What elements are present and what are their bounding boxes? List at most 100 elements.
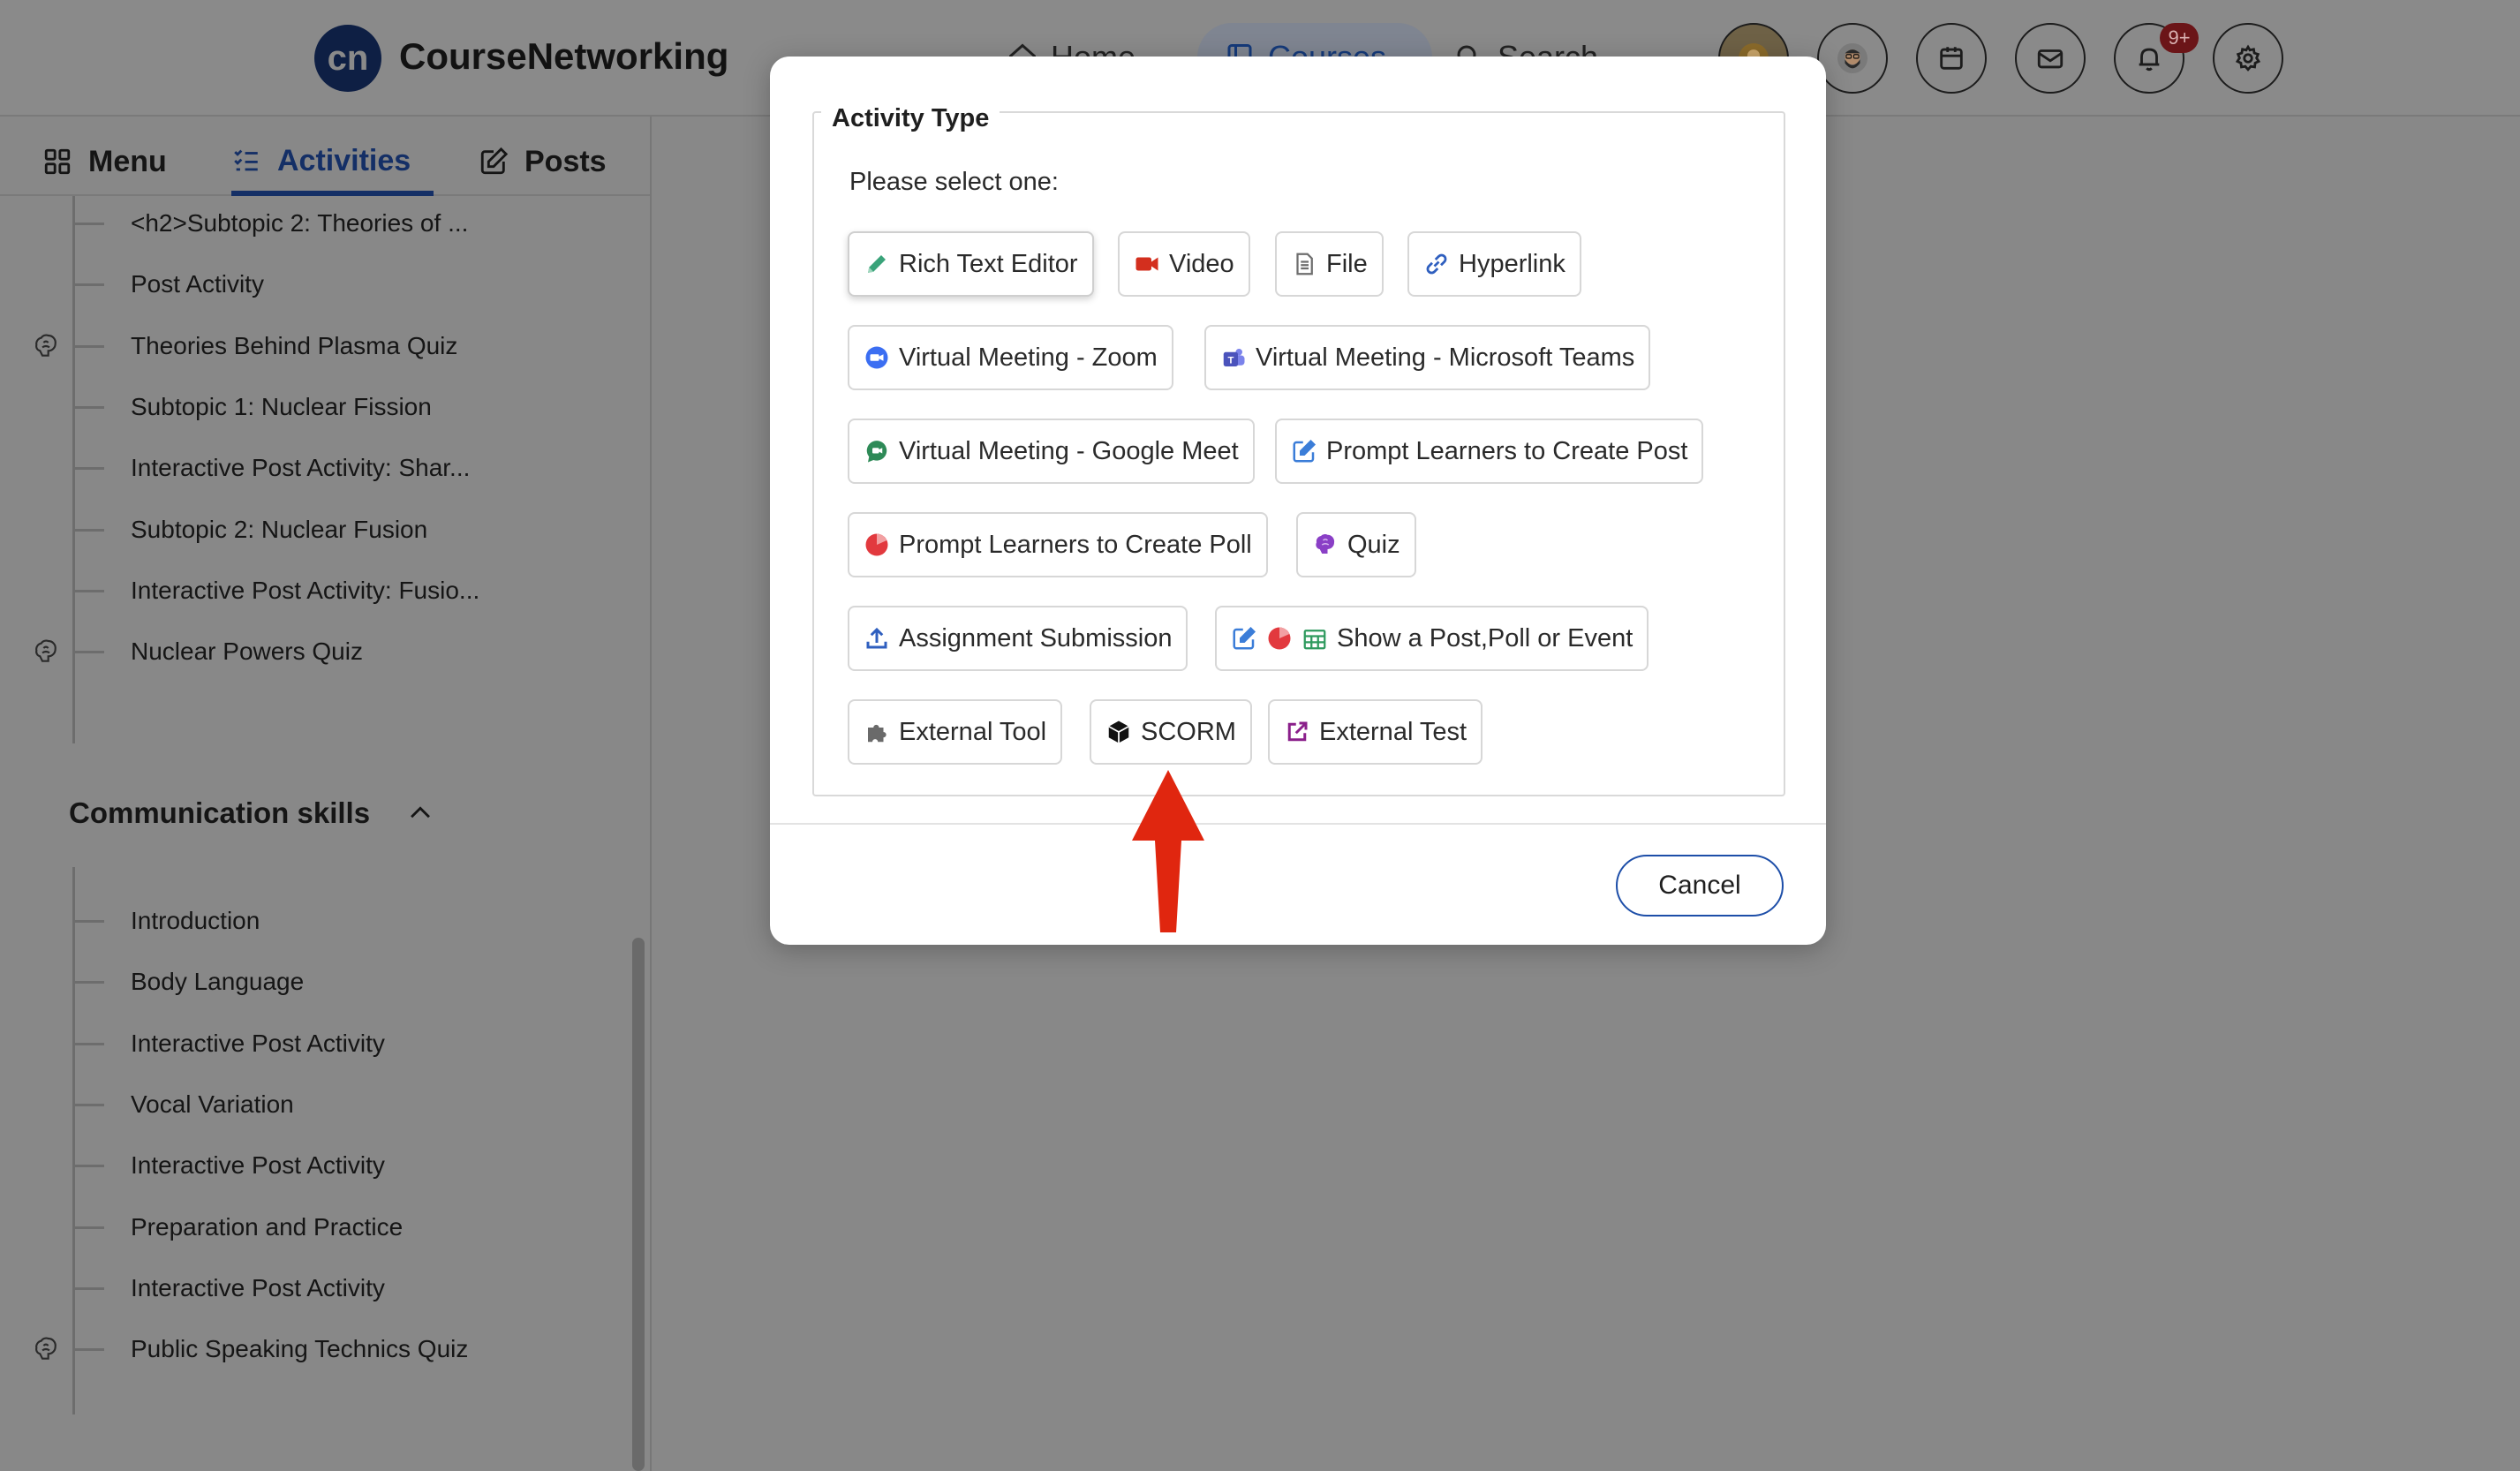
sidebar-activity-item[interactable]: Public Speaking Technics Quiz bbox=[72, 1318, 620, 1380]
sidebar-activity-item[interactable]: Post Activity bbox=[72, 253, 620, 315]
brain-outline-icon bbox=[35, 639, 57, 662]
sidebar-tabs: Menu Activities Posts bbox=[0, 117, 650, 196]
brain-outline-icon bbox=[35, 1337, 57, 1360]
teams-meeting-button[interactable]: T Virtual Meeting - Microsoft Teams bbox=[1204, 325, 1651, 390]
zoom-meeting-button[interactable]: Virtual Meeting - Zoom bbox=[848, 325, 1173, 390]
brain-icon bbox=[1316, 534, 1335, 554]
activity-item-label: Preparation and Practice bbox=[131, 1212, 404, 1241]
pie-chart-icon bbox=[1268, 627, 1291, 650]
quiz-button[interactable]: Quiz bbox=[1296, 512, 1416, 577]
select-prompt: Please select one: bbox=[849, 168, 1059, 196]
activity-item-label: Interactive Post Activity bbox=[131, 1273, 385, 1301]
activity-type-dialog: Activity Type Please select one: Rich Te… bbox=[770, 57, 1826, 945]
sidebar-activity-item[interactable]: Interactive Post Activity: Shar... bbox=[72, 437, 620, 499]
create-poll-button[interactable]: Prompt Learners to Create Poll bbox=[848, 512, 1268, 577]
teams-meeting-label: Virtual Meeting - Microsoft Teams bbox=[1256, 343, 1635, 372]
activity-item-label: Interactive Post Activity: Fusio... bbox=[131, 576, 480, 604]
gear-icon bbox=[2235, 44, 2261, 72]
post-edit-icon bbox=[1233, 626, 1256, 650]
activity-item-label: Interactive Post Activity bbox=[131, 1151, 385, 1180]
tab-menu-label: Menu bbox=[88, 144, 167, 178]
dialog-footer-divider bbox=[770, 823, 1826, 825]
hyperlink-button[interactable]: Hyperlink bbox=[1407, 231, 1581, 297]
create-poll-label: Prompt Learners to Create Poll bbox=[899, 530, 1252, 559]
sidebar-activity-item[interactable]: Vocal Variation bbox=[72, 1074, 620, 1135]
sidebar-activity-item[interactable]: Interactive Post Activity: Fusio... bbox=[72, 560, 620, 622]
activity-item-label: Interactive Post Activity bbox=[131, 1029, 385, 1057]
create-post-label: Prompt Learners to Create Post bbox=[1326, 436, 1688, 465]
tab-menu[interactable]: Menu bbox=[42, 131, 167, 192]
notification-count-badge: 9+ bbox=[2160, 23, 2199, 53]
calendar-button[interactable] bbox=[1916, 23, 1987, 94]
microsoft-teams-icon: T bbox=[1223, 349, 1245, 366]
brand-name[interactable]: CourseNetworking bbox=[399, 35, 728, 78]
activity-item-label: Post Activity bbox=[131, 270, 264, 298]
external-test-button[interactable]: External Test bbox=[1268, 699, 1483, 765]
sidebar-activity-item[interactable]: Interactive Post Activity bbox=[72, 1135, 620, 1196]
post-edit-icon bbox=[1293, 439, 1317, 463]
quiz-label: Quiz bbox=[1347, 530, 1400, 559]
assignment-submission-label: Assignment Submission bbox=[899, 623, 1173, 653]
rich-text-editor-button[interactable]: Rich Text Editor bbox=[848, 231, 1094, 297]
activity-type-legend: Activity Type bbox=[821, 104, 1000, 133]
sidebar-activity-item[interactable]: Preparation and Practice bbox=[72, 1196, 620, 1258]
hyperlink-label: Hyperlink bbox=[1459, 249, 1566, 278]
show-post-poll-event-label: Show a Post,Poll or Event bbox=[1337, 623, 1633, 653]
svg-text:T: T bbox=[1227, 355, 1234, 366]
section-title-label: Communication skills bbox=[69, 796, 371, 829]
section-communication-skills[interactable]: Communication skills bbox=[69, 796, 435, 830]
activity-item-label: Introduction bbox=[131, 907, 260, 934]
show-post-poll-event-button[interactable]: Show a Post,Poll or Event bbox=[1215, 606, 1649, 671]
sidebar-activity-item[interactable]: Nuclear Powers Quiz bbox=[72, 621, 620, 683]
settings-button[interactable] bbox=[2213, 23, 2283, 94]
activity-item-label: Subtopic 1: Nuclear Fission bbox=[131, 392, 432, 420]
file-label: File bbox=[1326, 249, 1368, 278]
grid-icon bbox=[44, 148, 71, 175]
sidebar-activity-item[interactable]: Subtopic 2: Nuclear Fusion bbox=[72, 499, 620, 561]
scorm-button[interactable]: SCORM bbox=[1090, 699, 1252, 765]
brain-outline-icon bbox=[35, 334, 57, 357]
link-icon bbox=[1426, 253, 1447, 275]
messages-button[interactable] bbox=[2015, 23, 2086, 94]
activity-item-label: Theories Behind Plasma Quiz bbox=[131, 331, 458, 359]
google-meet-icon bbox=[866, 441, 887, 463]
video-label: Video bbox=[1169, 249, 1234, 278]
profile-avatar[interactable] bbox=[1817, 23, 1888, 94]
assignment-submission-button[interactable]: Assignment Submission bbox=[848, 606, 1188, 671]
chevron-up-icon[interactable] bbox=[405, 798, 435, 828]
google-meet-button[interactable]: Virtual Meeting - Google Meet bbox=[848, 419, 1255, 484]
activity-item-label: Vocal Variation bbox=[131, 1090, 294, 1118]
mail-icon bbox=[2037, 49, 2064, 69]
tab-activities-label: Activities bbox=[277, 143, 411, 177]
sidebar-activity-item[interactable]: Theories Behind Plasma Quiz bbox=[72, 315, 620, 377]
sidebar-activity-item[interactable]: Interactive Post Activity bbox=[72, 1257, 620, 1319]
external-test-label: External Test bbox=[1319, 717, 1467, 746]
sidebar-activity-item[interactable]: Interactive Post Activity bbox=[72, 1013, 620, 1075]
edit-icon bbox=[480, 147, 509, 175]
sidebar-activity-item[interactable]: Subtopic 1: Nuclear Fission bbox=[72, 376, 620, 438]
video-button[interactable]: Video bbox=[1118, 231, 1250, 297]
sidebar-activity-item[interactable]: <h2>Subtopic 2: Theories of ... bbox=[72, 196, 620, 254]
external-tool-button[interactable]: External Tool bbox=[848, 699, 1063, 765]
video-camera-icon bbox=[1136, 257, 1158, 271]
activity-item-label: Subtopic 2: Nuclear Fusion bbox=[131, 515, 428, 543]
activity-item-label: <h2>Subtopic 2: Theories of ... bbox=[131, 209, 469, 237]
pie-chart-icon bbox=[865, 533, 888, 556]
calendar-icon bbox=[1940, 47, 1963, 70]
course-networking-logo[interactable]: cn bbox=[314, 25, 381, 92]
tab-activities[interactable]: Activities bbox=[231, 131, 434, 196]
calendar-icon bbox=[1303, 630, 1326, 650]
bearded-avatar-icon bbox=[1837, 43, 1867, 73]
file-button[interactable]: File bbox=[1275, 231, 1384, 297]
sidebar-activity-item[interactable]: Body Language bbox=[72, 951, 620, 1013]
pencil-icon bbox=[868, 255, 886, 273]
zoom-meeting-label: Virtual Meeting - Zoom bbox=[899, 343, 1158, 372]
create-post-button[interactable]: Prompt Learners to Create Post bbox=[1275, 419, 1704, 484]
tab-posts[interactable]: Posts bbox=[479, 131, 607, 192]
cancel-button[interactable]: Cancel bbox=[1616, 855, 1784, 917]
activity-item-label: Interactive Post Activity: Shar... bbox=[131, 454, 471, 482]
sidebar-scrollbar[interactable] bbox=[632, 938, 645, 1471]
sidebar-activity-item[interactable]: Introduction bbox=[72, 890, 620, 952]
google-meet-label: Virtual Meeting - Google Meet bbox=[899, 436, 1239, 465]
activity-item-label: Body Language bbox=[131, 968, 305, 996]
